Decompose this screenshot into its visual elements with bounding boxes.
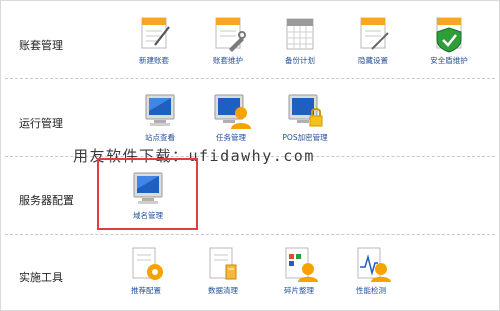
security-shield-button[interactable]: 安全盾维护 — [417, 15, 481, 66]
pos-encrypt-label: POS加密管理 — [282, 133, 328, 142]
section-label-tools: 实施工具 — [19, 271, 63, 284]
security-shield-icon — [436, 17, 462, 53]
data-cleanup-button[interactable]: 数据清理 — [191, 245, 255, 296]
defrag-icon — [285, 247, 318, 282]
backup-plan-label: 备份计划 — [285, 56, 315, 65]
performance-check-icon — [357, 247, 391, 282]
site-view-button[interactable]: 站点查看 — [128, 92, 192, 143]
hidden-settings-icon — [360, 17, 389, 50]
hidden-settings-button[interactable]: 隐藏设置 — [341, 15, 405, 66]
site-view-label: 站点查看 — [145, 133, 175, 142]
monitor-lock-icon — [288, 94, 323, 127]
hidden-settings-label: 隐藏设置 — [358, 56, 388, 65]
monitor-icon — [145, 94, 175, 126]
admin-panel: 账套管理 新建账套 账套维护 备份计划 隐藏设置 安全盾维护 运行管理 站点查看… — [0, 0, 500, 311]
security-shield-label: 安全盾维护 — [430, 56, 468, 65]
gear-document-icon — [132, 247, 163, 280]
new-account-button[interactable]: 新建账套 — [122, 15, 186, 66]
new-account-label: 新建账套 — [139, 56, 169, 65]
monitor-user-icon — [214, 94, 251, 129]
data-cleanup-label: 数据清理 — [208, 286, 238, 295]
section-label-server: 服务器配置 — [19, 194, 74, 207]
account-maintain-icon — [215, 17, 246, 52]
section-label-operation: 运行管理 — [19, 117, 63, 130]
section-label-account: 账套管理 — [19, 39, 63, 52]
backup-plan-icon — [286, 18, 314, 50]
backup-plan-button[interactable]: 备份计划 — [268, 15, 332, 66]
monitor-icon — [133, 172, 163, 204]
recommend-config-button[interactable]: 推荐配置 — [114, 245, 178, 296]
domain-manage-label: 域名管理 — [133, 211, 163, 220]
account-maintain-button[interactable]: 账套维护 — [196, 15, 260, 66]
defrag-button[interactable]: 碎片整理 — [267, 245, 331, 296]
pos-encrypt-button[interactable]: POS加密管理 — [273, 92, 337, 143]
section-divider — [5, 78, 495, 79]
data-cleanup-icon — [209, 247, 237, 280]
recommend-config-label: 推荐配置 — [131, 286, 161, 295]
performance-check-label: 性能检测 — [356, 286, 386, 295]
account-maintain-label: 账套维护 — [213, 56, 243, 65]
domain-manage-button[interactable]: 域名管理 — [116, 170, 180, 221]
task-manage-label: 任务管理 — [216, 133, 246, 142]
performance-check-button[interactable]: 性能检测 — [339, 245, 403, 296]
defrag-label: 碎片整理 — [284, 286, 314, 295]
task-manage-button[interactable]: 任务管理 — [199, 92, 263, 143]
new-account-icon — [141, 17, 170, 49]
section-divider — [5, 234, 495, 235]
